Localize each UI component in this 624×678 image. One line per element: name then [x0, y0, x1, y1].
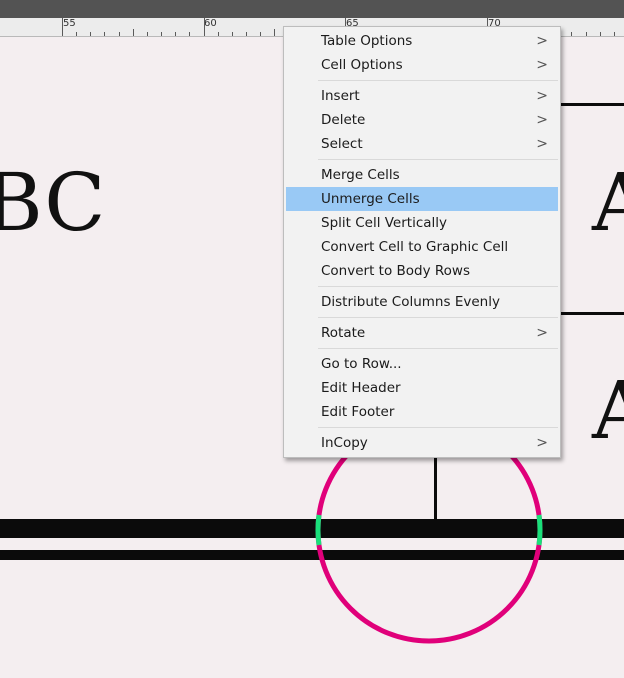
menu-item-insert[interactable]: Insert > — [286, 84, 558, 108]
ruler-tick — [586, 32, 587, 36]
app-top-bar — [0, 0, 624, 18]
menu-label: Convert to Body Rows — [321, 263, 470, 279]
menu-label: Edit Footer — [321, 404, 395, 420]
menu-separator — [318, 317, 558, 318]
menu-separator — [318, 427, 558, 428]
menu-item-convert-to-body-rows[interactable]: Convert to Body Rows — [286, 259, 558, 283]
menu-item-cell-options[interactable]: Cell Options > — [286, 53, 558, 77]
menu-separator — [318, 286, 558, 287]
menu-label: Cell Options — [321, 57, 403, 73]
ruler-tick — [189, 32, 190, 36]
menu-separator — [318, 348, 558, 349]
ruler-tick — [90, 32, 91, 36]
submenu-arrow-icon: > — [536, 112, 548, 128]
submenu-arrow-icon: > — [536, 57, 548, 73]
menu-item-edit-header[interactable]: Edit Header — [286, 376, 558, 400]
menu-item-distribute-columns[interactable]: Distribute Columns Evenly — [286, 290, 558, 314]
ruler-tick — [133, 29, 134, 36]
ruler-tick — [175, 32, 176, 36]
ruler-tick — [274, 29, 275, 36]
menu-item-delete[interactable]: Delete > — [286, 108, 558, 132]
ruler-tick — [600, 32, 601, 36]
menu-label: Distribute Columns Evenly — [321, 294, 500, 310]
ruler-tick — [76, 32, 77, 36]
ruler-tick — [204, 18, 205, 36]
menu-item-convert-to-graphic-cell[interactable]: Convert Cell to Graphic Cell — [286, 235, 558, 259]
menu-item-split-cell-vertically[interactable]: Split Cell Vertically — [286, 211, 558, 235]
ruler-label-55: 55 — [63, 18, 76, 29]
ruler-tick — [161, 32, 162, 36]
submenu-arrow-icon: > — [536, 435, 548, 451]
menu-item-edit-footer[interactable]: Edit Footer — [286, 400, 558, 424]
menu-label: Unmerge Cells — [321, 191, 420, 207]
ruler-tick — [246, 32, 247, 36]
menu-label: Convert Cell to Graphic Cell — [321, 239, 509, 255]
ruler-tick — [260, 32, 261, 36]
menu-item-go-to-row[interactable]: Go to Row... — [286, 352, 558, 376]
ruler-tick — [119, 32, 120, 36]
ruler-label-60: 60 — [204, 18, 217, 29]
ruler-tick — [614, 32, 615, 36]
ruler-tick — [232, 32, 233, 36]
menu-label: Table Options — [321, 33, 413, 49]
menu-label: Rotate — [321, 325, 366, 341]
menu-label: InCopy — [321, 435, 368, 451]
menu-label: Go to Row... — [321, 356, 402, 372]
menu-item-select[interactable]: Select > — [286, 132, 558, 156]
menu-item-merge-cells[interactable]: Merge Cells — [286, 163, 558, 187]
menu-item-incopy[interactable]: InCopy > — [286, 431, 558, 455]
menu-label: Split Cell Vertically — [321, 215, 448, 231]
menu-item-rotate[interactable]: Rotate > — [286, 321, 558, 345]
menu-item-unmerge-cells[interactable]: Unmerge Cells — [286, 187, 558, 211]
submenu-arrow-icon: > — [536, 33, 548, 49]
menu-item-table-options[interactable]: Table Options > — [286, 29, 558, 53]
menu-label: Edit Header — [321, 380, 401, 396]
menu-separator — [318, 159, 558, 160]
ruler-tick — [104, 32, 105, 36]
ruler-tick — [218, 32, 219, 36]
menu-label: Delete — [321, 112, 366, 128]
ruler-tick — [62, 18, 63, 36]
table-context-menu: Table Options > Cell Options > Insert > Del… — [283, 26, 561, 458]
submenu-arrow-icon: > — [536, 88, 548, 104]
menu-separator — [318, 80, 558, 81]
menu-label: Select — [321, 136, 363, 152]
ruler-tick — [571, 32, 572, 36]
menu-label: Insert — [321, 88, 360, 104]
ruler-tick — [147, 32, 148, 36]
submenu-arrow-icon: > — [536, 325, 548, 341]
submenu-arrow-icon: > — [536, 136, 548, 152]
menu-label: Merge Cells — [321, 167, 400, 183]
